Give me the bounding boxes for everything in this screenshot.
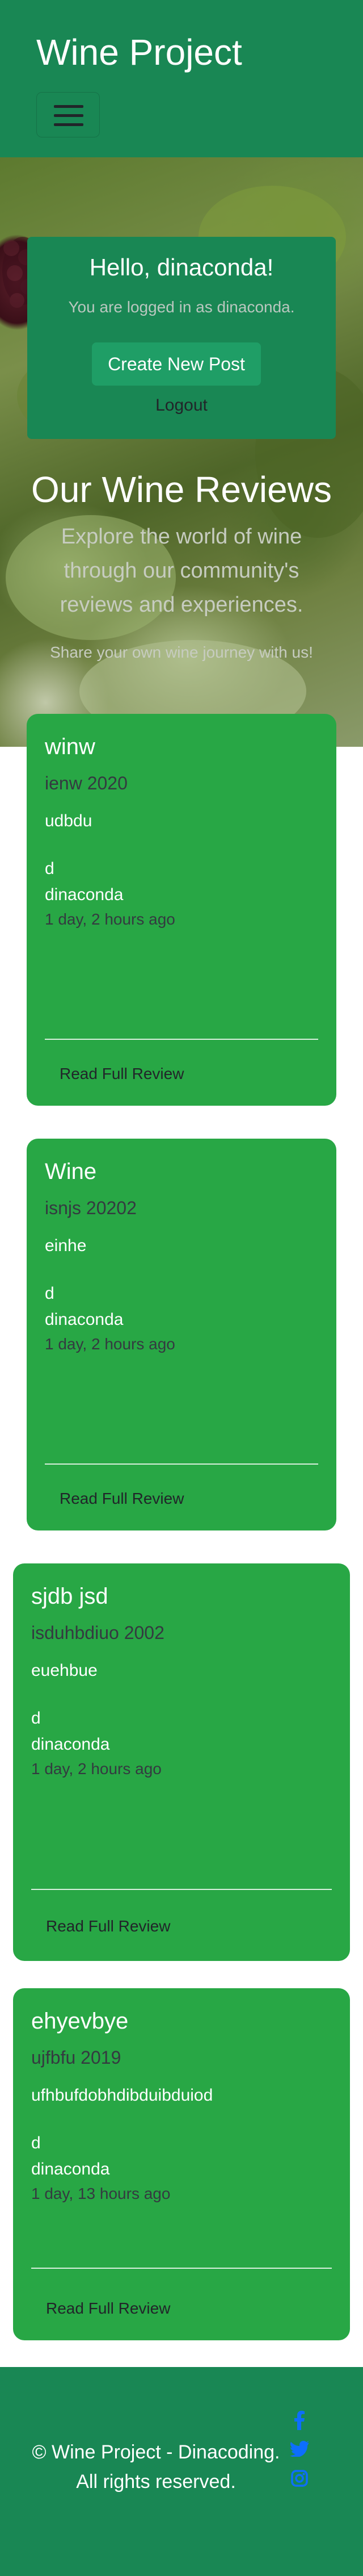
navbar: Wine Project (0, 0, 363, 157)
card-divider (45, 1039, 318, 1040)
review-title: winw (45, 734, 95, 759)
review-title: sjdb jsd (31, 1584, 108, 1609)
welcome-title: Hello, dinaconda! (89, 254, 274, 281)
hero-tagline: Share your own wine journey with us! (50, 643, 313, 661)
facebook-icon[interactable] (289, 2409, 310, 2432)
review-title: Wine (45, 1159, 97, 1184)
logout-link[interactable]: Logout (27, 396, 336, 415)
review-author: dinaconda (31, 2160, 110, 2178)
instagram-icon[interactable] (289, 2467, 310, 2490)
review-body: d (45, 859, 54, 878)
read-full-review-link[interactable]: Read Full Review (60, 1065, 184, 1083)
review-card: ehyevbye ujfbfu 2019 ufhbufdobhdibduibdu… (13, 1988, 350, 2340)
welcome-panel: Hello, dinaconda! You are logged in as d… (27, 237, 336, 439)
navbar-toggle-button[interactable] (36, 92, 100, 137)
twitter-icon[interactable] (289, 2437, 310, 2460)
rights-line: All rights reserved. (76, 2471, 236, 2493)
review-body: d (31, 2134, 41, 2152)
card-divider (45, 1463, 318, 1465)
navbar-brand[interactable]: Wine Project (36, 31, 242, 74)
hero-title: Our Wine Reviews (31, 469, 332, 510)
review-timestamp: 1 day, 2 hours ago (45, 1335, 175, 1353)
copyright-text: © Wine Project - Dinacoding. All rights … (23, 2437, 289, 2496)
site-footer: © Wine Project - Dinacoding. All rights … (0, 2367, 363, 2576)
review-card: Wine isnjs 20202 einhe d dinaconda 1 day… (27, 1139, 336, 1530)
review-card: winw ienw 2020 udbdu d dinaconda 1 day, … (27, 714, 336, 1106)
review-author: dinaconda (31, 1735, 110, 1754)
review-excerpt: ufhbufdobhdibduibduiod (31, 2086, 213, 2105)
read-full-review-link[interactable]: Read Full Review (46, 1917, 170, 1935)
review-timestamp: 1 day, 2 hours ago (31, 1760, 162, 1778)
logged-in-status: You are logged in as dinaconda. (68, 298, 295, 316)
card-divider (31, 1889, 332, 1890)
hero-description: Explore the world of wine through our co… (60, 525, 303, 617)
review-title: ehyevbye (31, 2009, 129, 2034)
review-card: sjdb jsd isduhbdiuo 2002 euehbue d dinac… (13, 1563, 350, 1961)
review-wine-year: isduhbdiuo 2002 (31, 1622, 164, 1643)
review-author: dinaconda (45, 885, 124, 904)
review-excerpt: einhe (45, 1236, 87, 1255)
review-wine-year: ienw 2020 (45, 773, 128, 793)
review-wine-year: ujfbfu 2019 (31, 2047, 121, 2068)
review-author: dinaconda (45, 1310, 124, 1329)
read-full-review-link[interactable]: Read Full Review (46, 2299, 170, 2318)
review-timestamp: 1 day, 2 hours ago (45, 910, 175, 928)
card-divider (31, 2268, 332, 2269)
review-body: d (31, 1709, 41, 1728)
read-full-review-link[interactable]: Read Full Review (60, 1490, 184, 1508)
review-timestamp: 1 day, 13 hours ago (31, 2185, 171, 2202)
hero-section: Hello, dinaconda! You are logged in as d… (0, 157, 363, 747)
create-new-post-button[interactable]: Create New Post (92, 342, 261, 386)
review-excerpt: udbdu (45, 812, 92, 830)
review-wine-year: isnjs 20202 (45, 1198, 137, 1218)
review-excerpt: euehbue (31, 1661, 98, 1680)
copyright-line: © Wine Project - Dinacoding. (32, 2441, 280, 2463)
review-body: d (45, 1284, 54, 1303)
